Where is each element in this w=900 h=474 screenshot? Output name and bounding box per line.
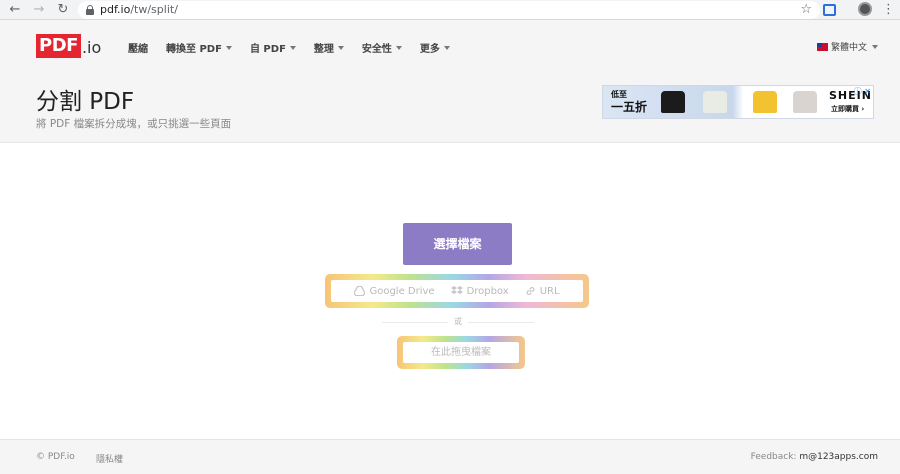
language-label: 繁體中文 (830, 43, 867, 53)
privacy-link[interactable]: 隱私權 (96, 452, 123, 465)
caret-down-icon (443, 45, 450, 50)
caret-down-icon (289, 45, 296, 50)
advertisement-banner[interactable]: 低至 一五折 SHEIN 立即購買 › ⓘ ✕ (602, 85, 874, 119)
caret-down-icon (872, 44, 878, 49)
link-icon (526, 287, 535, 295)
nav-compress[interactable]: 壓縮 (128, 40, 148, 55)
ad-product-image (661, 91, 685, 113)
drop-zone-label: 在此拖曳檔案 (403, 342, 519, 363)
language-selector[interactable]: 繁體中文 (816, 40, 878, 53)
ad-close-icon[interactable]: ⓘ ✕ (854, 86, 871, 97)
dropbox-button[interactable]: Dropbox (450, 286, 509, 297)
dropbox-icon (450, 286, 463, 294)
ad-product-image (793, 91, 817, 113)
choose-file-button[interactable]: 選擇檔案 (403, 223, 512, 265)
ad-product-image (753, 91, 777, 113)
ad-cta[interactable]: 立即購買 › (831, 104, 864, 114)
caret-down-icon (395, 45, 402, 50)
page-subtitle: 將 PDF 檔案拆分成塊，或只挑選一些頁面 (36, 118, 232, 130)
logo-suffix: .io (81, 38, 102, 57)
site-footer: © PDF.io 隱私權 Feedback: m@123apps.com (0, 439, 900, 474)
nav-security[interactable]: 安全性 (362, 40, 402, 55)
nav-from-pdf[interactable]: 自 PDF (250, 40, 296, 55)
caret-down-icon (337, 45, 344, 50)
back-arrow-icon[interactable]: ← (6, 1, 24, 19)
site-logo[interactable]: PDF .io (36, 34, 101, 58)
or-separator: 或 (448, 316, 468, 327)
site-header: PDF .io 壓縮 轉換至 PDF 自 PDF 整理 安全性 更多 繁體中文 … (0, 20, 900, 143)
logo-box: PDF (36, 34, 81, 58)
google-drive-button[interactable]: Google Drive (354, 286, 435, 297)
url-text: pdf.io/tw/split/ (100, 3, 178, 16)
nav-more[interactable]: 更多 (420, 40, 450, 55)
browser-toolbar: ← → ↻ pdf.io/tw/split/ ☆ ⋮ (0, 0, 900, 20)
profile-avatar[interactable] (858, 2, 872, 16)
main-nav: 壓縮 轉換至 PDF 自 PDF 整理 安全性 更多 (128, 40, 468, 55)
drop-zone[interactable]: 在此拖曳檔案 (397, 336, 525, 369)
google-drive-icon (354, 286, 366, 296)
url-button[interactable]: URL (525, 286, 560, 297)
bookmark-star-icon[interactable]: ☆ (800, 1, 812, 19)
taiwan-flag-icon (816, 42, 828, 51)
reload-icon[interactable]: ↻ (54, 1, 72, 19)
lock-icon (86, 5, 94, 15)
browser-menu-icon[interactable]: ⋮ (882, 1, 895, 19)
forward-arrow-icon[interactable]: → (30, 1, 48, 19)
address-bar[interactable]: pdf.io/tw/split/ ☆ (78, 1, 820, 19)
ad-product-image (703, 91, 727, 113)
upload-sources: Google Drive Dropbox URL (325, 274, 589, 308)
nav-organize[interactable]: 整理 (314, 40, 344, 55)
feedback-email-link[interactable]: m@123apps.com (799, 452, 878, 462)
copyright: © PDF.io (36, 452, 75, 462)
extension-icon[interactable] (823, 4, 836, 16)
feedback-text: Feedback: m@123apps.com (750, 452, 878, 462)
ad-promo-text: 低至 一五折 (611, 90, 648, 114)
caret-down-icon (225, 45, 232, 50)
nav-convert-to-pdf[interactable]: 轉換至 PDF (166, 40, 232, 55)
page-title: 分割 PDF (36, 89, 135, 115)
